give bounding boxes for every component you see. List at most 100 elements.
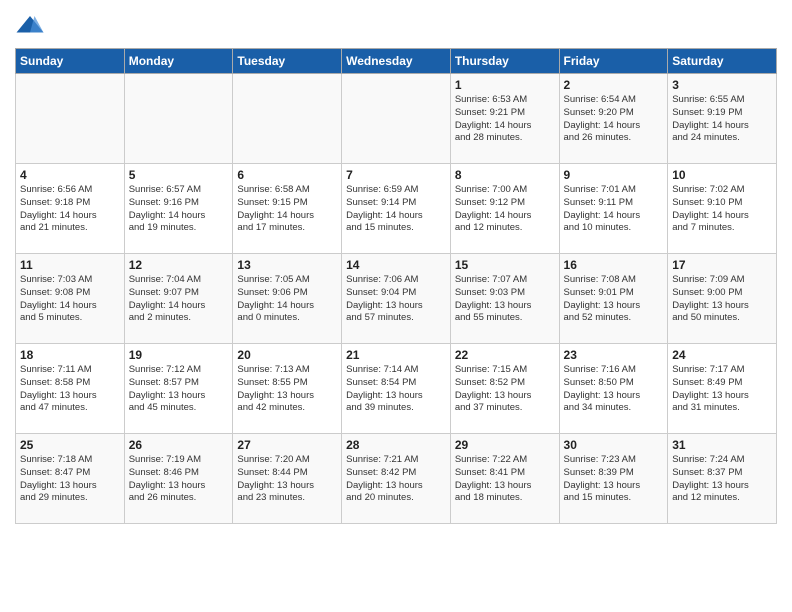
day-info: Sunrise: 7:21 AM Sunset: 8:42 PM Dayligh… <box>346 454 446 505</box>
day-info: Sunrise: 7:11 AM Sunset: 8:58 PM Dayligh… <box>20 364 120 415</box>
day-info: Sunrise: 7:22 AM Sunset: 8:41 PM Dayligh… <box>455 454 555 505</box>
day-info: Sunrise: 7:18 AM Sunset: 8:47 PM Dayligh… <box>20 454 120 505</box>
day-number: 27 <box>237 438 337 452</box>
header-sunday: Sunday <box>16 49 125 74</box>
day-number: 28 <box>346 438 446 452</box>
week-row-1: 1 Sunrise: 6:53 AM Sunset: 9:21 PM Daylig… <box>16 74 777 164</box>
day-number: 22 <box>455 348 555 362</box>
calendar-cell: 1 Sunrise: 6:53 AM Sunset: 9:21 PM Daylig… <box>450 74 559 164</box>
day-info: Sunrise: 7:04 AM Sunset: 9:07 PM Dayligh… <box>129 274 229 325</box>
calendar-cell: 7 Sunrise: 6:59 AM Sunset: 9:14 PM Daylig… <box>342 164 451 254</box>
day-number: 5 <box>129 168 229 182</box>
calendar-cell: 6 Sunrise: 6:58 AM Sunset: 9:15 PM Daylig… <box>233 164 342 254</box>
day-info: Sunrise: 7:03 AM Sunset: 9:08 PM Dayligh… <box>20 274 120 325</box>
day-info: Sunrise: 6:53 AM Sunset: 9:21 PM Dayligh… <box>455 94 555 145</box>
day-number: 17 <box>672 258 772 272</box>
calendar-cell: 4Sunrise: 6:56 AM Sunset: 9:18 PM Daylig… <box>16 164 125 254</box>
week-row-4: 18 Sunrise: 7:11 AM Sunset: 8:58 PM Dayli… <box>16 344 777 434</box>
day-number: 31 <box>672 438 772 452</box>
week-row-5: 25 Sunrise: 7:18 AM Sunset: 8:47 PM Dayli… <box>16 434 777 524</box>
calendar-cell: 5 Sunrise: 6:57 AM Sunset: 9:16 PM Daylig… <box>124 164 233 254</box>
day-number: 8 <box>455 168 555 182</box>
calendar-cell: 8Sunrise: 7:00 AM Sunset: 9:12 PM Daylig… <box>450 164 559 254</box>
day-number: 12 <box>129 258 229 272</box>
day-info: Sunrise: 7:09 AM Sunset: 9:00 PM Dayligh… <box>672 274 772 325</box>
calendar-cell: 9 Sunrise: 7:01 AM Sunset: 9:11 PM Daylig… <box>559 164 668 254</box>
day-number: 6 <box>237 168 337 182</box>
calendar-header-row: SundayMondayTuesdayWednesdayThursdayFrid… <box>16 49 777 74</box>
calendar-cell: 22 Sunrise: 7:15 AM Sunset: 8:52 PM Dayli… <box>450 344 559 434</box>
week-row-2: 4Sunrise: 6:56 AM Sunset: 9:18 PM Daylig… <box>16 164 777 254</box>
week-row-3: 11 Sunrise: 7:03 AM Sunset: 9:08 PM Dayli… <box>16 254 777 344</box>
calendar-cell: 13Sunrise: 7:05 AM Sunset: 9:06 PM Dayli… <box>233 254 342 344</box>
header-thursday: Thursday <box>450 49 559 74</box>
day-info: Sunrise: 7:23 AM Sunset: 8:39 PM Dayligh… <box>564 454 664 505</box>
day-info: Sunrise: 7:17 AM Sunset: 8:49 PM Dayligh… <box>672 364 772 415</box>
day-number: 14 <box>346 258 446 272</box>
day-number: 20 <box>237 348 337 362</box>
calendar-cell: 2 Sunrise: 6:54 AM Sunset: 9:20 PM Daylig… <box>559 74 668 164</box>
day-info: Sunrise: 7:12 AM Sunset: 8:57 PM Dayligh… <box>129 364 229 415</box>
header-saturday: Saturday <box>668 49 777 74</box>
calendar-cell: 21 Sunrise: 7:14 AM Sunset: 8:54 PM Dayli… <box>342 344 451 434</box>
day-info: Sunrise: 7:07 AM Sunset: 9:03 PM Dayligh… <box>455 274 555 325</box>
day-number: 18 <box>20 348 120 362</box>
day-number: 4 <box>20 168 120 182</box>
calendar-cell: 20 Sunrise: 7:13 AM Sunset: 8:55 PM Dayli… <box>233 344 342 434</box>
day-number: 15 <box>455 258 555 272</box>
calendar-cell: 10 Sunrise: 7:02 AM Sunset: 9:10 PM Dayli… <box>668 164 777 254</box>
calendar-cell: 12 Sunrise: 7:04 AM Sunset: 9:07 PM Dayli… <box>124 254 233 344</box>
day-info: Sunrise: 7:13 AM Sunset: 8:55 PM Dayligh… <box>237 364 337 415</box>
calendar-cell: 28 Sunrise: 7:21 AM Sunset: 8:42 PM Dayli… <box>342 434 451 524</box>
calendar-table: SundayMondayTuesdayWednesdayThursdayFrid… <box>15 48 777 524</box>
day-number: 25 <box>20 438 120 452</box>
calendar-cell: 23Sunrise: 7:16 AM Sunset: 8:50 PM Dayli… <box>559 344 668 434</box>
day-info: Sunrise: 6:54 AM Sunset: 9:20 PM Dayligh… <box>564 94 664 145</box>
day-number: 29 <box>455 438 555 452</box>
day-number: 3 <box>672 78 772 92</box>
day-number: 9 <box>564 168 664 182</box>
header-friday: Friday <box>559 49 668 74</box>
calendar-cell: 15 Sunrise: 7:07 AM Sunset: 9:03 PM Dayli… <box>450 254 559 344</box>
calendar-cell: 18 Sunrise: 7:11 AM Sunset: 8:58 PM Dayli… <box>16 344 125 434</box>
day-info: Sunrise: 7:06 AM Sunset: 9:04 PM Dayligh… <box>346 274 446 325</box>
day-number: 26 <box>129 438 229 452</box>
day-info: Sunrise: 7:01 AM Sunset: 9:11 PM Dayligh… <box>564 184 664 235</box>
day-info: Sunrise: 6:59 AM Sunset: 9:14 PM Dayligh… <box>346 184 446 235</box>
day-number: 21 <box>346 348 446 362</box>
day-number: 24 <box>672 348 772 362</box>
calendar-cell: 11 Sunrise: 7:03 AM Sunset: 9:08 PM Dayli… <box>16 254 125 344</box>
day-number: 1 <box>455 78 555 92</box>
day-number: 30 <box>564 438 664 452</box>
calendar-cell: 16Sunrise: 7:08 AM Sunset: 9:01 PM Dayli… <box>559 254 668 344</box>
day-info: Sunrise: 6:57 AM Sunset: 9:16 PM Dayligh… <box>129 184 229 235</box>
header-tuesday: Tuesday <box>233 49 342 74</box>
day-info: Sunrise: 7:02 AM Sunset: 9:10 PM Dayligh… <box>672 184 772 235</box>
day-info: Sunrise: 6:58 AM Sunset: 9:15 PM Dayligh… <box>237 184 337 235</box>
day-info: Sunrise: 7:14 AM Sunset: 8:54 PM Dayligh… <box>346 364 446 415</box>
day-number: 23 <box>564 348 664 362</box>
calendar-cell: 3 Sunrise: 6:55 AM Sunset: 9:19 PM Daylig… <box>668 74 777 164</box>
day-number: 11 <box>20 258 120 272</box>
day-number: 10 <box>672 168 772 182</box>
calendar-cell: 27Sunrise: 7:20 AM Sunset: 8:44 PM Dayli… <box>233 434 342 524</box>
calendar-cell: 17 Sunrise: 7:09 AM Sunset: 9:00 PM Dayli… <box>668 254 777 344</box>
day-info: Sunrise: 7:15 AM Sunset: 8:52 PM Dayligh… <box>455 364 555 415</box>
calendar-cell: 29 Sunrise: 7:22 AM Sunset: 8:41 PM Dayli… <box>450 434 559 524</box>
calendar-cell: 30 Sunrise: 7:23 AM Sunset: 8:39 PM Dayli… <box>559 434 668 524</box>
calendar-cell: 25 Sunrise: 7:18 AM Sunset: 8:47 PM Dayli… <box>16 434 125 524</box>
logo-icon <box>15 10 45 40</box>
day-info: Sunrise: 7:05 AM Sunset: 9:06 PM Dayligh… <box>237 274 337 325</box>
calendar-cell <box>342 74 451 164</box>
day-number: 7 <box>346 168 446 182</box>
day-number: 16 <box>564 258 664 272</box>
day-info: Sunrise: 7:19 AM Sunset: 8:46 PM Dayligh… <box>129 454 229 505</box>
calendar-cell <box>16 74 125 164</box>
day-info: Sunrise: 6:55 AM Sunset: 9:19 PM Dayligh… <box>672 94 772 145</box>
day-number: 2 <box>564 78 664 92</box>
header-wednesday: Wednesday <box>342 49 451 74</box>
calendar-cell: 14 Sunrise: 7:06 AM Sunset: 9:04 PM Dayli… <box>342 254 451 344</box>
calendar-cell: 24 Sunrise: 7:17 AM Sunset: 8:49 PM Dayli… <box>668 344 777 434</box>
calendar-cell <box>233 74 342 164</box>
calendar-cell <box>124 74 233 164</box>
